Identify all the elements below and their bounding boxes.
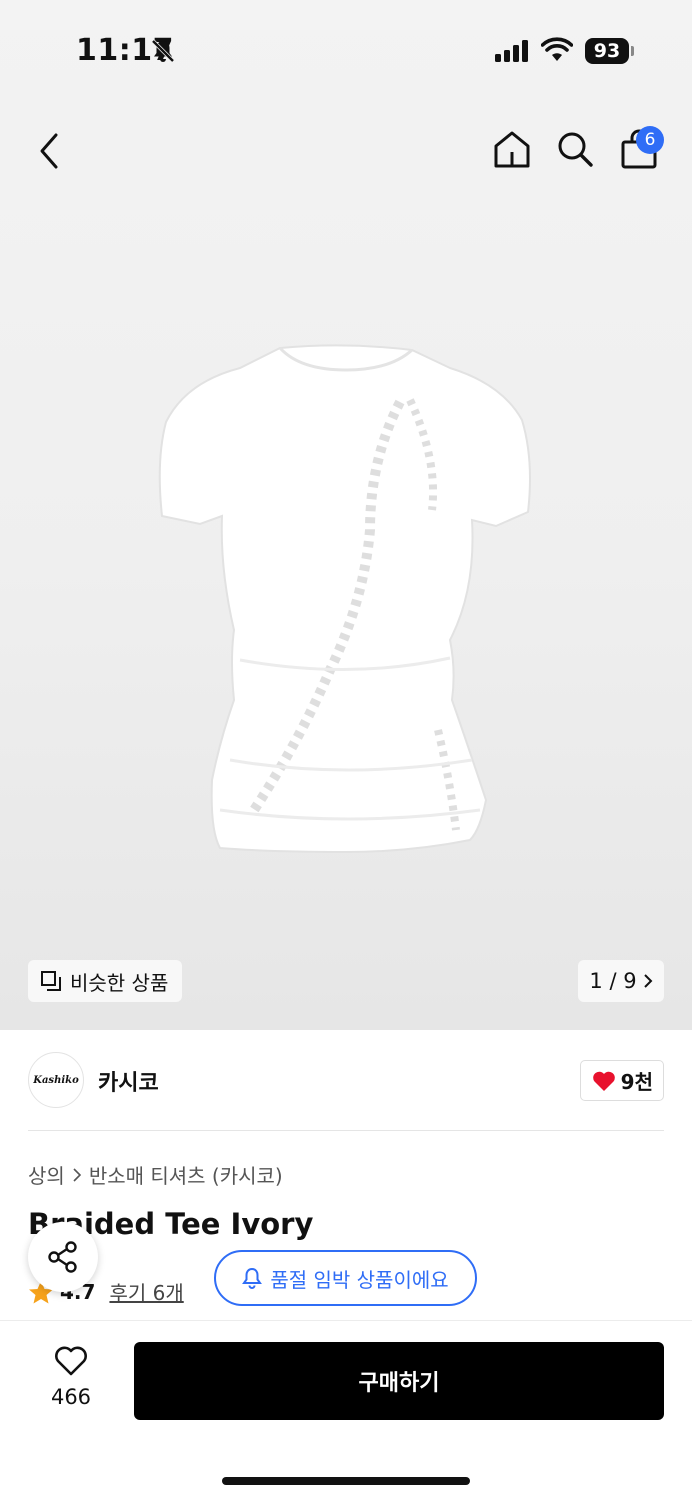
breadcrumb: 상의 반소매 티셔츠 (카시코) [28, 1160, 283, 1189]
top-nav [0, 115, 692, 185]
image-pager[interactable]: 1 / 9 [578, 960, 664, 1002]
soldout-alert-button[interactable]: 품절 임박 상품이에요 [214, 1250, 477, 1306]
brand-name[interactable]: 카시코 [98, 1065, 159, 1097]
share-button[interactable] [28, 1222, 98, 1292]
wishlist-button[interactable]: 466 [36, 1345, 106, 1409]
cellular-signal-icon [495, 40, 528, 62]
product-image[interactable] [150, 340, 542, 860]
buy-button[interactable]: 구매하기 [134, 1342, 664, 1420]
product-hero: 11:17 93 6 비슷한 상품 1 / 9 [0, 0, 692, 1030]
brand-row[interactable]: Kashiko 카시코 9천 [28, 1052, 664, 1108]
heart-outline-icon [55, 1346, 87, 1376]
search-icon[interactable] [556, 130, 594, 168]
reviews-link[interactable]: 후기 6개 [109, 1277, 183, 1306]
brand-like-count: 9천 [620, 1070, 653, 1094]
bell-off-icon [151, 39, 175, 63]
status-bar: 11:17 93 [0, 0, 692, 100]
chevron-right-icon [643, 974, 652, 988]
wifi-icon [541, 37, 573, 61]
bottom-action-bar: 466 구매하기 [0, 1320, 692, 1500]
home-indicator [222, 1477, 470, 1485]
similar-products-label: 비슷한 상품 [70, 970, 169, 995]
cart-count-badge: 6 [636, 126, 664, 154]
bell-icon [242, 1267, 263, 1289]
breadcrumb-subcategory[interactable]: 반소매 티셔츠 (카시코) [89, 1160, 283, 1189]
wishlist-count: 466 [50, 1385, 92, 1409]
share-icon [48, 1241, 77, 1273]
similar-products-button[interactable]: 비슷한 상품 [28, 960, 183, 1002]
home-icon[interactable] [492, 129, 532, 169]
divider [28, 1130, 664, 1131]
pager-text: 1 / 9 [589, 969, 637, 993]
chevron-right-icon [73, 1167, 81, 1182]
battery-nub [631, 46, 634, 56]
similar-icon [41, 971, 61, 991]
battery-indicator: 93 [585, 38, 629, 64]
back-arrow-icon[interactable] [36, 131, 64, 171]
heart-icon [592, 1071, 615, 1091]
soldout-alert-text: 품절 임박 상품이에요 [270, 1267, 449, 1292]
brand-like-button[interactable]: 9천 [579, 1060, 664, 1101]
brand-logo[interactable]: Kashiko [28, 1052, 84, 1108]
breadcrumb-category[interactable]: 상의 [28, 1160, 65, 1189]
